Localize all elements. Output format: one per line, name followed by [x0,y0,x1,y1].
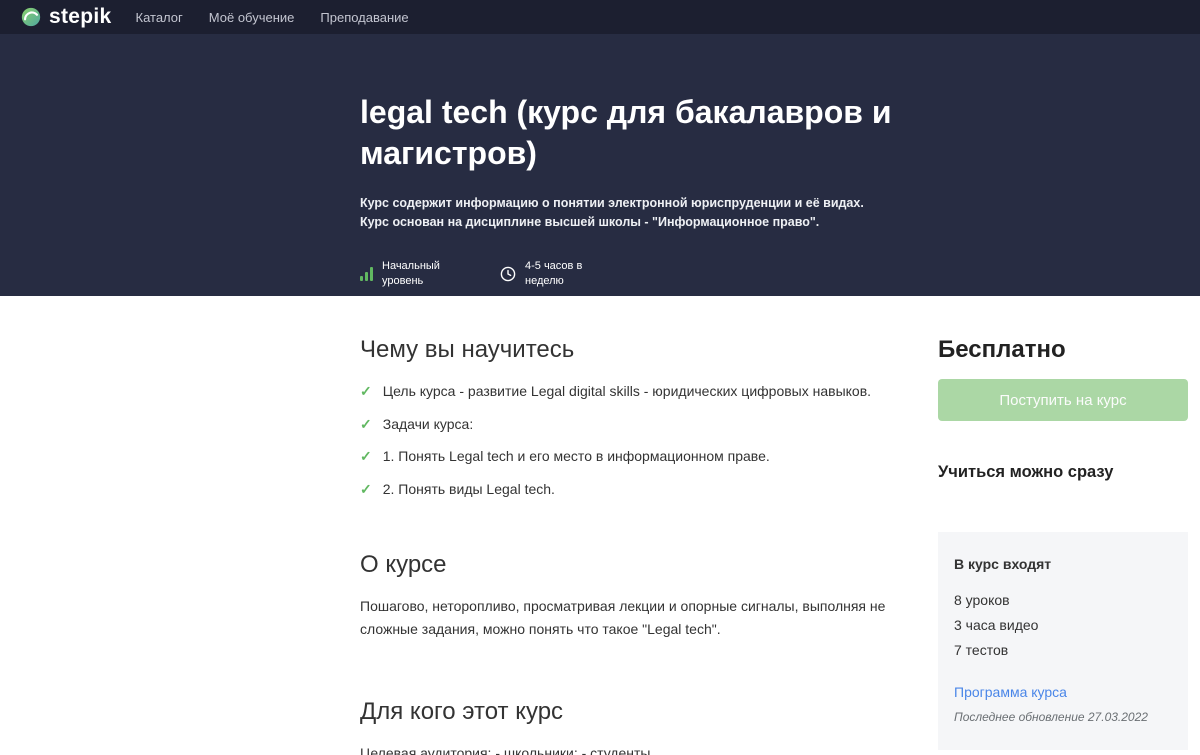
course-hero: legal tech (курс для бакалавров и магист… [0,34,1200,296]
level-bars-icon [360,266,373,281]
course-sidebar: Бесплатно Поступить на курс Учиться можн… [938,336,1188,750]
check-icon: ✓ [360,480,372,497]
stepik-logo[interactable]: stepik [20,6,112,28]
learn-section: Чему вы научитесь ✓ Цель курса - развити… [360,336,890,499]
audience-section: Для кого этот курс Целевая аудитория: - … [360,698,890,755]
learn-list-item: ✓ 2. Понять виды Legal tech. [360,480,890,500]
nav-item-my-learning[interactable]: Моё обучение [209,10,295,25]
clock-icon [500,266,516,282]
learn-item-text: 1. Понять Legal tech и его место в инфор… [382,448,770,465]
last-updated-note: Последнее обновление 27.03.2022 [954,710,1148,724]
learn-list: ✓ Цель курса - развитие Legal digital sk… [360,382,890,499]
learn-list-item: ✓ Цель курса - развитие Legal digital sk… [360,382,890,402]
stepik-logo-icon [20,6,42,28]
includes-item-lessons: 8 уроков [954,592,1010,608]
price-label: Бесплатно [938,336,1066,363]
learn-item-text: Задачи курса: [382,415,474,432]
about-section-text: Пошагово, неторопливо, просматривая лекц… [360,598,886,638]
workload-badge: 4-5 часов в неделю [500,259,597,289]
includes-item-video: 3 часа видео [954,617,1039,633]
includes-item-tests: 7 тестов [954,642,1009,658]
learn-item-text: Цель курса - развитие Legal digital skil… [382,383,872,399]
level-badge: Начальный уровень [360,259,454,289]
includes-title: В курс входят [954,556,1052,572]
course-short-description: Курс содержит информацию о понятии элект… [360,195,864,230]
course-title: legal tech (курс для бакалавров и магист… [360,94,892,171]
learn-section-title: Чему вы научитесь [360,336,575,363]
stepik-logo-text: stepik [49,4,112,28]
syllabus-link[interactable]: Программа курса [954,684,1067,700]
course-includes-card: В курс входят 8 уроков 3 часа видео 7 те… [938,532,1188,750]
audience-section-title: Для кого этот курс [360,697,564,725]
includes-list: 8 уроков 3 часа видео 7 тестов [954,592,1172,658]
about-section-title: О курсе [360,551,447,579]
about-section: О курсе Пошагово, неторопливо, просматри… [360,551,890,641]
check-icon: ✓ [360,448,372,465]
check-icon: ✓ [360,415,372,432]
nav-item-teaching[interactable]: Преподавание [320,10,408,25]
workload-badge-label: 4-5 часов в неделю [525,259,583,287]
check-icon: ✓ [360,383,372,399]
learn-list-item: ✓ 1. Понять Legal tech и его место в инф… [360,447,890,467]
page-body: Чему вы научитесь ✓ Цель курса - развити… [0,296,1200,755]
nav-item-catalog[interactable]: Каталог [136,10,183,25]
audience-section-text: Целевая аудитория: - школьники; - студен… [360,744,655,755]
navbar-links: Каталог Моё обучение Преподавание [136,10,409,25]
learn-list-item: ✓ Задачи курса: [360,415,890,435]
course-badges: Начальный уровень 4-5 часов в неделю [360,259,1200,289]
level-badge-label: Начальный уровень [382,259,440,287]
join-course-button[interactable]: Поступить на курс [938,379,1188,421]
start-anytime-note: Учиться можно сразу [938,463,1114,481]
course-content-column: Чему вы научитесь ✓ Цель курса - развити… [360,336,890,755]
learn-item-text: 2. Понять виды Legal tech. [382,480,555,497]
top-navbar: stepik Каталог Моё обучение Преподавание [0,0,1200,34]
